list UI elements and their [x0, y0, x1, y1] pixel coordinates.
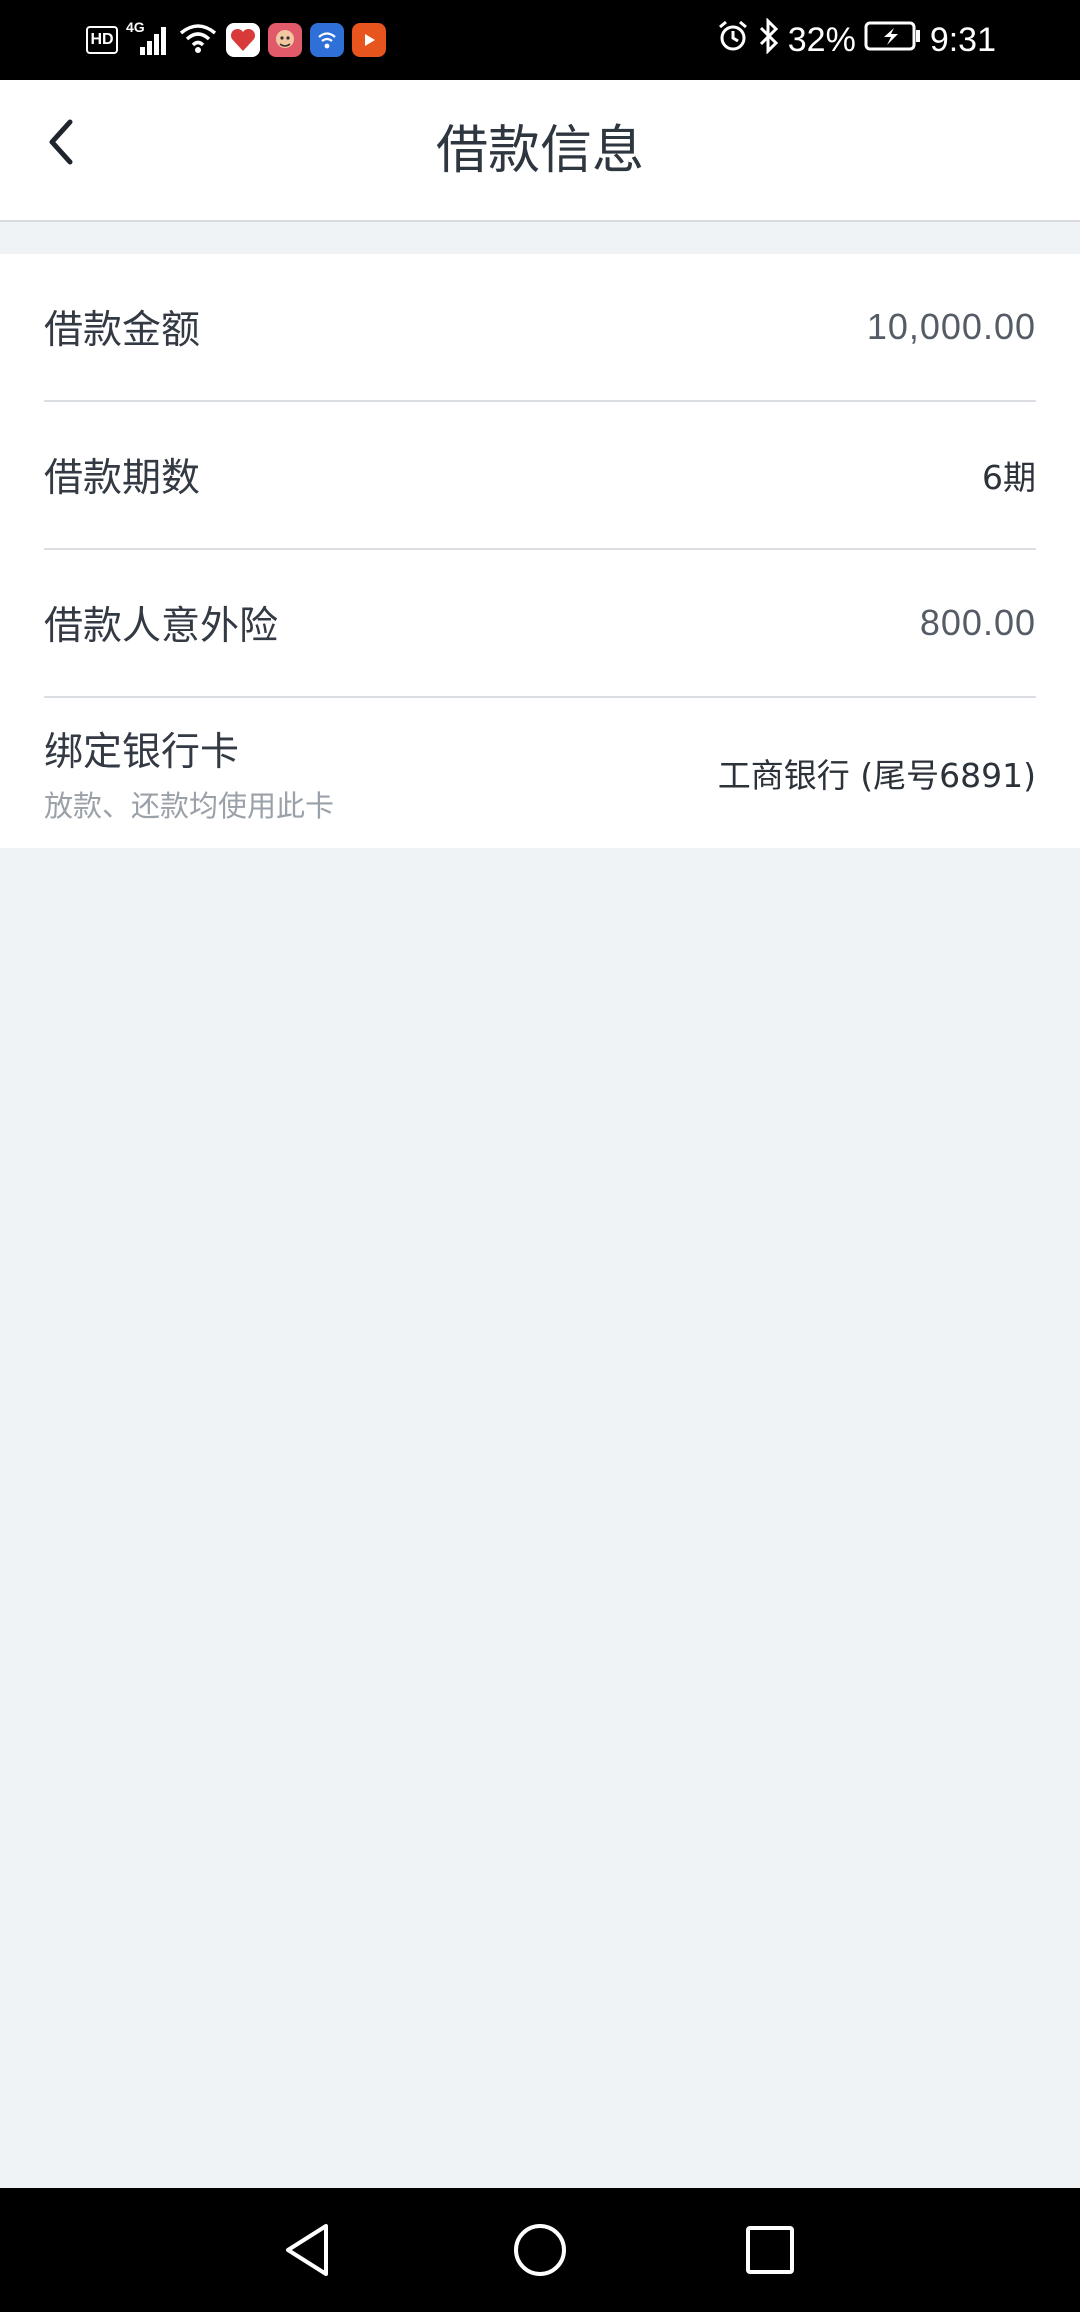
loan-term-row: 借款期数 6期 [44, 402, 1036, 550]
status-right-group: 32% 9:31 [716, 14, 996, 66]
loan-info-card: 借款金额 10,000.00 借款期数 6期 借款人意外险 800.00 绑定银… [0, 254, 1080, 848]
nav-home-button[interactable] [506, 2216, 574, 2284]
bank-card-label-group: 绑定银行卡 放款、还款均使用此卡 [44, 721, 334, 825]
status-bar: HD 4G 32% 9:31 [0, 0, 1080, 80]
status-left-group: HD 4G [86, 18, 386, 62]
nav-back-button[interactable] [274, 2216, 342, 2284]
bluetooth-icon [758, 16, 780, 63]
loan-term-value: 6期 [982, 458, 1036, 497]
wifi-icon [178, 21, 218, 59]
bank-card-value: 工商银行 (尾号6891) [717, 756, 1036, 795]
battery-icon [864, 21, 922, 60]
insurance-label: 借款人意外险 [44, 604, 279, 649]
app-icon-avatar [268, 23, 302, 57]
bank-card-row[interactable]: 绑定银行卡 放款、还款均使用此卡 工商银行 (尾号6891) [44, 698, 1036, 848]
app-icon-video [352, 23, 386, 57]
bank-card-label: 绑定银行卡 [44, 730, 240, 775]
loan-term-label: 借款期数 [44, 456, 201, 501]
insurance-value: 800.00 [919, 602, 1036, 643]
page-title: 借款信息 [435, 121, 644, 181]
insurance-row: 借款人意外险 800.00 [44, 550, 1036, 698]
battery-percent: 32% [787, 20, 856, 59]
status-time: 9:31 [929, 20, 996, 59]
system-nav-bar [0, 2188, 1080, 2312]
signal-icon: 4G [126, 19, 170, 57]
hd-badge: HD [86, 26, 118, 54]
nav-recents-button[interactable] [736, 2216, 804, 2284]
app-header: 借款信息 [0, 80, 1080, 222]
app-icon-wifi-service [310, 23, 344, 57]
bank-card-sublabel: 放款、还款均使用此卡 [44, 789, 335, 823]
home-circle-icon [514, 2224, 566, 2276]
back-triangle-icon [286, 2224, 328, 2276]
loan-amount-label: 借款金额 [44, 308, 201, 353]
recents-square-icon [746, 2226, 794, 2274]
loan-amount-value: 10,000.00 [866, 306, 1036, 347]
alarm-icon [716, 19, 750, 62]
loan-amount-row: 借款金额 10,000.00 [44, 254, 1036, 402]
app-icon-heart [226, 23, 260, 57]
